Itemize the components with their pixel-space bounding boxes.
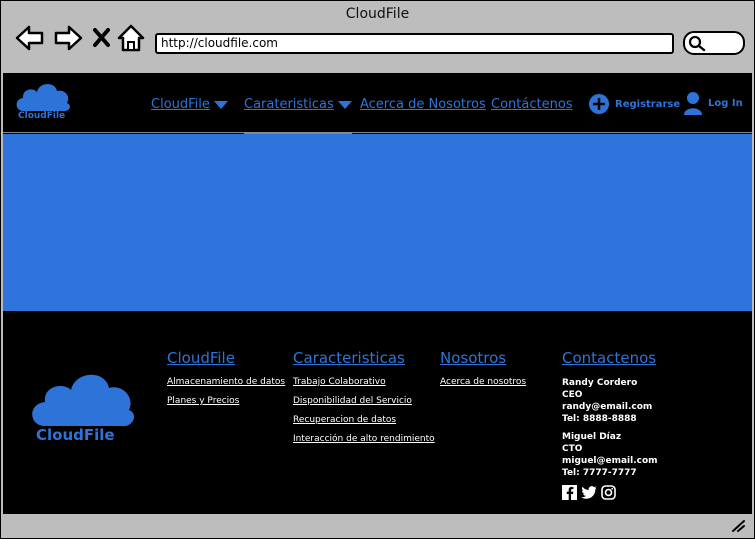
footer-logo-text: CloudFile	[36, 426, 115, 444]
search-field[interactable]	[683, 31, 745, 55]
contact-card: Randy Cordero CEO randy@email.com Tel: 8…	[562, 377, 658, 425]
user-icon	[684, 92, 702, 115]
footer-link[interactable]: Disponibilidad del Servicio	[293, 396, 435, 406]
footer-link[interactable]: Interacción de alto rendimiento	[293, 434, 435, 444]
footer-title-contactenos[interactable]: Contactenos	[562, 349, 658, 367]
nav-item-label: CloudFile	[151, 97, 210, 112]
contact-role: CEO	[562, 390, 583, 400]
footer-link[interactable]: Trabajo Colaborativo	[293, 377, 435, 387]
contact-tel: Tel: 8888-8888	[562, 414, 637, 424]
contact-tel: Tel: 7777-7777	[562, 468, 637, 478]
social-links	[562, 485, 658, 500]
address-bar[interactable]: http://cloudfile.com	[155, 33, 674, 54]
instagram-icon[interactable]	[601, 485, 616, 500]
search-icon	[688, 35, 706, 52]
contact-email[interactable]: randy@email.com	[562, 401, 658, 413]
footer-col-nosotros: Nosotros Acerca de nosotros	[440, 349, 526, 396]
nav-item-caracteristicas[interactable]: Carateristicas	[244, 97, 352, 112]
nav-item-label: Carateristicas	[244, 97, 334, 112]
status-bar	[3, 513, 752, 536]
login-label: Log In	[708, 97, 743, 109]
nav-item-cloudfile[interactable]: CloudFile	[151, 97, 228, 112]
nav-item-contactenos[interactable]: Contáctenos	[491, 97, 573, 112]
resize-handle-icon[interactable]	[730, 518, 746, 532]
nav-item-label: Contáctenos	[491, 97, 573, 112]
contact-email[interactable]: miguel@email.com	[562, 455, 658, 467]
home-icon[interactable]	[117, 23, 147, 53]
twitter-icon[interactable]	[581, 485, 597, 500]
footer-col-caracteristicas: Caracteristicas Trabajo Colaborativo Dis…	[293, 349, 435, 453]
cloud-logo-icon	[16, 83, 70, 112]
cloud-logo-icon	[32, 374, 135, 427]
register-label: Registrarse	[615, 98, 681, 110]
footer-link[interactable]: Planes y Precios	[167, 396, 285, 406]
contact-role: CTO	[562, 444, 583, 454]
footer-title-nosotros[interactable]: Nosotros	[440, 349, 526, 367]
browser-window: CloudFile http://cloudfile.com CloudFile…	[0, 0, 755, 539]
footer-col-contactenos: Contactenos Randy Cordero CEO randy@emai…	[562, 349, 658, 500]
footer-link[interactable]: Acerca de nosotros	[440, 377, 526, 387]
chevron-down-icon	[213, 100, 228, 109]
login-button[interactable]: Log In	[683, 91, 743, 115]
contact-name: Miguel Díaz	[562, 432, 622, 442]
footer-title-caracteristicas[interactable]: Caracteristicas	[293, 349, 435, 367]
window-title: CloudFile	[345, 6, 410, 22]
footer-link[interactable]: Almacenamiento de datos	[167, 377, 285, 387]
nav-item-acerca[interactable]: Acerca de Nosotros	[360, 97, 486, 112]
hero-banner	[3, 134, 752, 311]
chevron-down-icon	[337, 100, 352, 109]
contact-card: Miguel Díaz CTO miguel@email.com Tel: 77…	[562, 431, 658, 479]
back-icon[interactable]	[15, 23, 45, 53]
plus-circle-icon	[589, 94, 609, 114]
footer-link[interactable]: Recuperacion de datos	[293, 415, 435, 425]
forward-icon[interactable]	[53, 23, 83, 53]
footer-col-cloudfile: CloudFile Almacenamiento de datos Planes…	[167, 349, 285, 415]
header-divider	[3, 132, 752, 133]
footer-title-cloudfile[interactable]: CloudFile	[167, 349, 285, 367]
header-logo-text: CloudFile	[18, 111, 66, 121]
footer-logo[interactable]: CloudFile	[27, 366, 139, 446]
facebook-icon[interactable]	[562, 485, 577, 500]
nav-item-label: Acerca de Nosotros	[360, 97, 486, 112]
register-button[interactable]: Registrarse	[588, 93, 680, 115]
contact-name: Randy Cordero	[562, 378, 638, 388]
page-content: CloudFile CloudFile Carateristicas Acerc…	[3, 73, 752, 513]
header-logo[interactable]: CloudFile	[13, 79, 75, 123]
